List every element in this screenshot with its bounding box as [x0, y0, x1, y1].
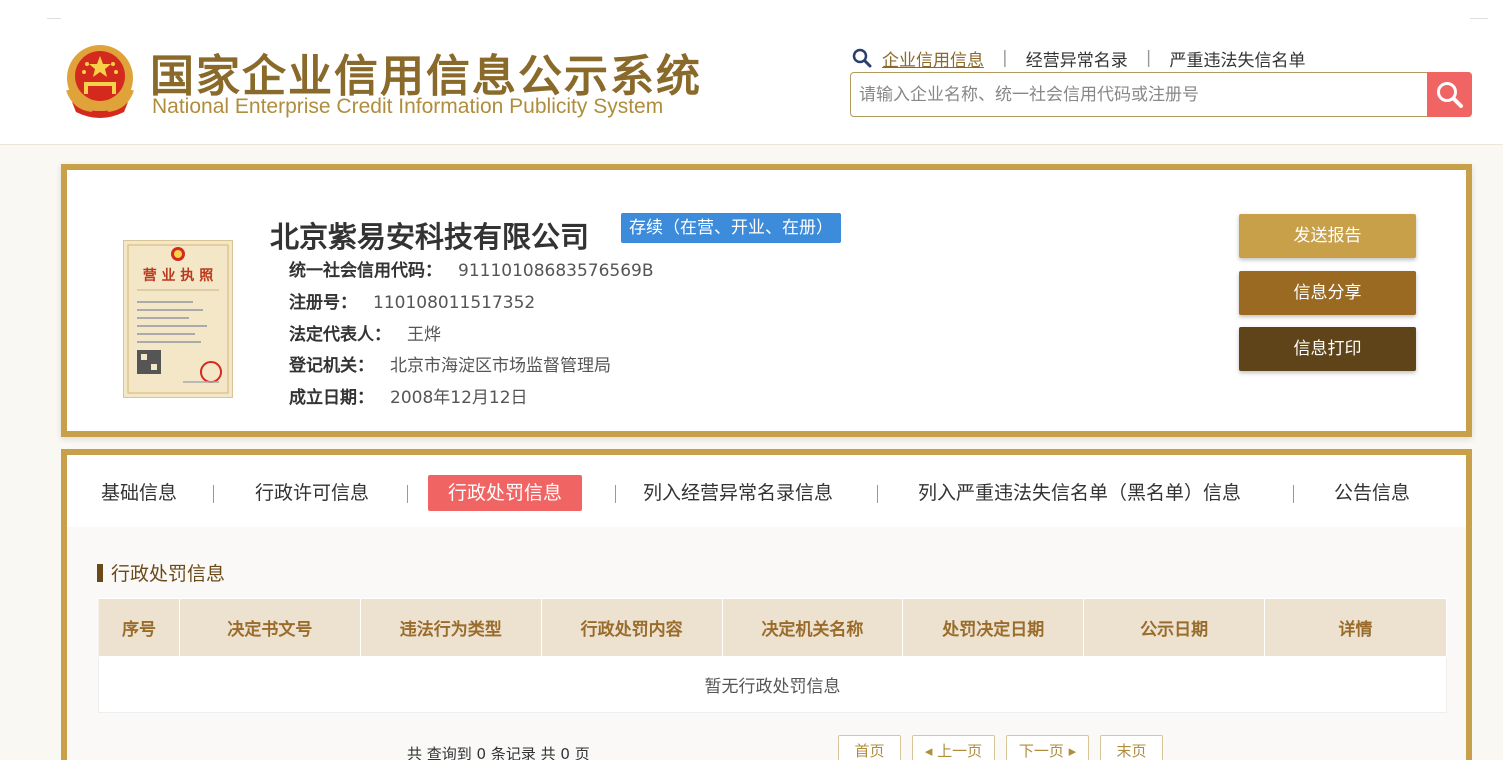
- svg-text:营 业 执 照: 营 业 执 照: [143, 267, 214, 284]
- business-license-image: 营 业 执 照: [123, 240, 233, 398]
- tab-separator: [213, 485, 214, 503]
- column-header: 处罚决定日期: [902, 598, 1085, 657]
- company-name: 北京紫易安科技有限公司: [270, 220, 590, 254]
- info-row-reg-number: 注册号： 110108011517352: [289, 288, 535, 313]
- tab-basic-info[interactable]: 基础信息: [101, 475, 177, 511]
- info-value: 110108011517352: [373, 293, 536, 313]
- column-header: 决定书文号: [178, 598, 361, 657]
- section-title-bar: [97, 564, 103, 582]
- last-page-button[interactable]: 末页: [1100, 735, 1163, 760]
- link-separator: |: [1002, 48, 1008, 68]
- column-header: 序号: [98, 598, 180, 657]
- prev-page-label: 上一页: [937, 742, 983, 760]
- column-header: 行政处罚内容: [540, 598, 723, 657]
- column-header: 决定机关名称: [721, 598, 904, 657]
- tab-bar: 基础信息 行政许可信息 行政处罚信息 列入经营异常名录信息 列入严重违法失信名单…: [61, 449, 1472, 533]
- tab-abnormal-list[interactable]: 列入经营异常名录信息: [643, 475, 833, 511]
- column-header: 公示日期: [1083, 598, 1266, 657]
- company-card: 营 业 执 照 北京紫易安科技有限公司 存续（在营、开业、在册） 统一社会信用代…: [61, 164, 1472, 437]
- info-label: 统一社会信用代码：: [289, 261, 442, 281]
- prev-page-button[interactable]: ◂ 上一页: [912, 735, 995, 760]
- link-blacklist[interactable]: 严重违法失信名单: [1169, 46, 1305, 71]
- section-title: 行政处罚信息: [97, 559, 225, 586]
- info-label: 法定代表人：: [289, 325, 391, 345]
- status-badge: 存续（在营、开业、在册）: [621, 213, 841, 243]
- print-info-button[interactable]: 信息打印: [1239, 327, 1416, 371]
- first-page-button[interactable]: 首页: [838, 735, 901, 760]
- info-label: 注册号：: [289, 293, 357, 313]
- divider: [47, 18, 61, 19]
- info-label: 成立日期：: [289, 388, 374, 408]
- info-value: 北京市海淀区市场监督管理局: [390, 356, 611, 376]
- divider: [1470, 18, 1488, 19]
- site-subtitle: National Enterprise Credit Information P…: [152, 95, 664, 118]
- caret-right-icon: ▸: [1063, 742, 1077, 760]
- tab-admin-penalty[interactable]: 行政处罚信息: [428, 475, 583, 511]
- info-row-established: 成立日期： 2008年12月12日: [289, 383, 528, 408]
- info-row-authority: 登记机关： 北京市海淀区市场监督管理局: [289, 351, 611, 376]
- search-icon: [852, 48, 872, 68]
- next-page-button[interactable]: 下一页 ▸: [1006, 735, 1089, 760]
- info-value: 王烨: [407, 325, 441, 345]
- search-icon: [1436, 81, 1463, 108]
- search-input[interactable]: [859, 79, 1419, 111]
- penalty-table: 序号 决定书文号 违法行为类型 行政处罚内容 决定机关名称 处罚决定日期 公示日…: [98, 598, 1447, 713]
- info-row-credit-code: 统一社会信用代码： 91110108683576569B: [289, 256, 654, 281]
- info-value: 2008年12月12日: [390, 388, 528, 408]
- national-emblem-icon: [66, 45, 134, 118]
- search-type-links: 企业信用信息 | 经营异常名录 | 严重违法失信名单: [852, 46, 1305, 71]
- link-separator: |: [1145, 48, 1152, 68]
- search-box: [850, 72, 1472, 117]
- link-enterprise-credit[interactable]: 企业信用信息: [882, 46, 984, 71]
- info-label: 登记机关：: [289, 356, 374, 376]
- info-value: 91110108683576569B: [458, 261, 654, 281]
- section-title-text: 行政处罚信息: [111, 563, 226, 585]
- tab-separator: [877, 485, 878, 503]
- table-row: 暂无行政处罚信息: [98, 656, 1447, 713]
- tab-separator: [407, 485, 408, 503]
- column-header: 违法行为类型: [359, 598, 542, 657]
- pager-info: 共 查询到 0 条记录 共 0 页: [407, 745, 590, 760]
- column-header: 详情: [1264, 598, 1447, 657]
- share-info-button[interactable]: 信息分享: [1239, 271, 1416, 315]
- next-page-label: 下一页: [1018, 742, 1064, 760]
- penalty-section: 行政处罚信息 序号 决定书文号 违法行为类型 行政处罚内容 决定机关名称 处罚决…: [61, 527, 1472, 760]
- site-header: 国家企业信用信息公示系统 National Enterprise Credit …: [0, 0, 1503, 145]
- search-button[interactable]: [1427, 72, 1472, 117]
- tab-separator: [1293, 485, 1294, 503]
- tab-blacklist[interactable]: 列入严重违法失信名单（黑名单）信息: [918, 475, 1241, 511]
- send-report-button[interactable]: 发送报告: [1239, 214, 1416, 258]
- caret-left-icon: ◂: [924, 742, 938, 760]
- empty-message: 暂无行政处罚信息: [98, 656, 1447, 713]
- info-row-legal-rep: 法定代表人： 王烨: [289, 320, 441, 345]
- tab-admin-license[interactable]: 行政许可信息: [255, 475, 369, 511]
- table-header-row: 序号 决定书文号 违法行为类型 行政处罚内容 决定机关名称 处罚决定日期 公示日…: [98, 598, 1447, 657]
- link-abnormal-list[interactable]: 经营异常名录: [1026, 46, 1128, 71]
- tab-separator: [615, 485, 616, 503]
- tab-announcements[interactable]: 公告信息: [1334, 475, 1410, 511]
